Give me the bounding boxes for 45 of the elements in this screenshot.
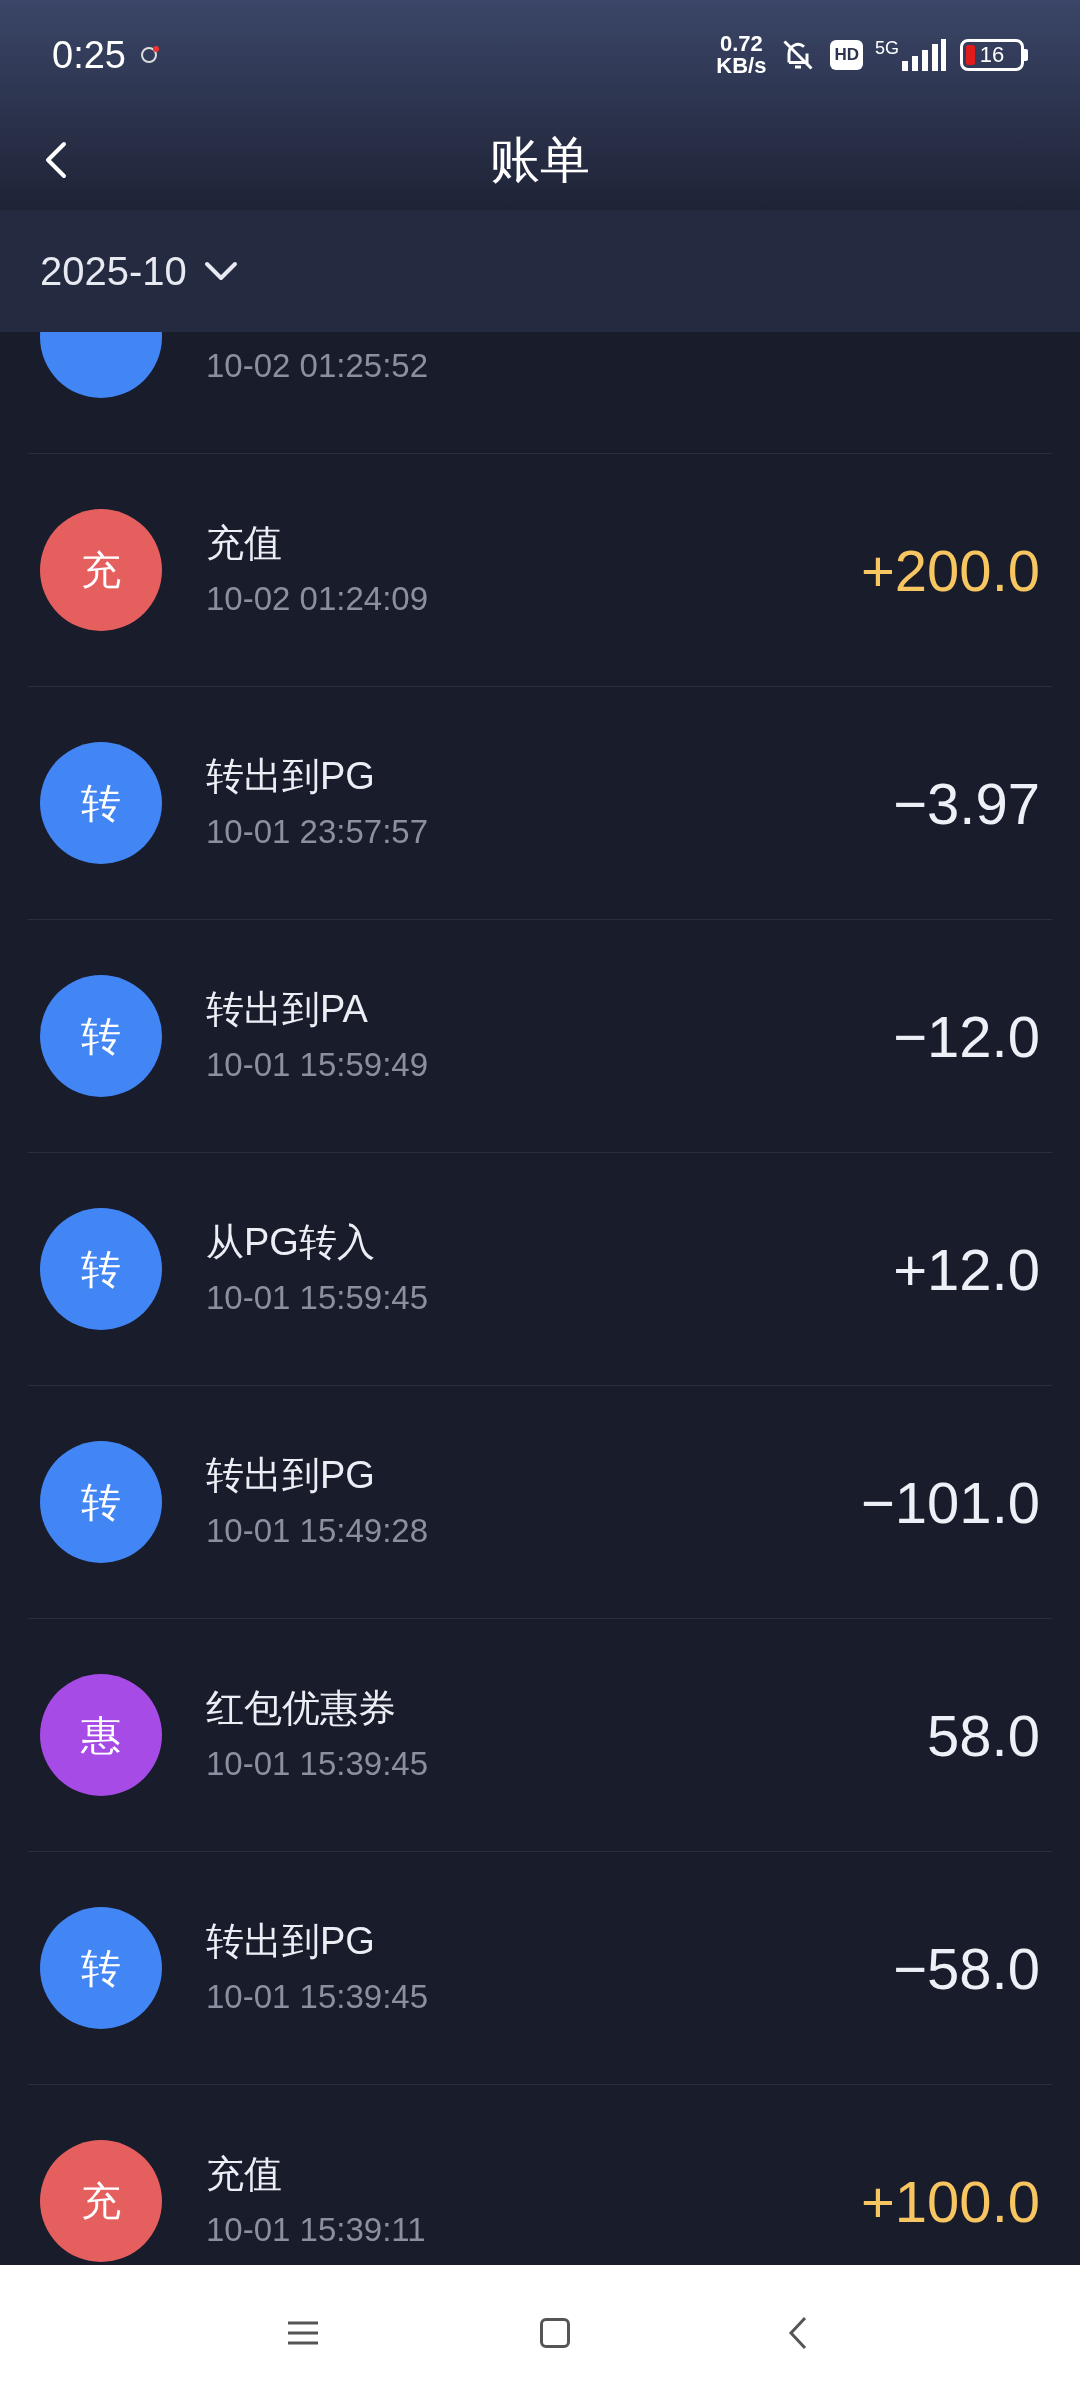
category-avatar: 惠 [40, 1674, 162, 1796]
signal-icon [902, 39, 946, 71]
transaction-time: 10-01 15:39:45 [206, 1744, 430, 1784]
back-nav-icon [788, 2315, 808, 2350]
transaction-title: 转出到PG [206, 1453, 376, 1497]
network-type: 5G [875, 39, 899, 57]
hd-badge: HD [830, 40, 863, 70]
category-avatar: 充 [40, 509, 162, 631]
transaction-title: 充值 [206, 521, 283, 565]
transaction-amount: +200.0 [861, 536, 1040, 605]
transaction-time: 10-01 15:39:45 [206, 1977, 430, 2017]
transaction-title: 红包优惠券 [206, 1686, 397, 1730]
home-button[interactable] [540, 2317, 570, 2348]
transaction-time: 10-01 15:49:28 [206, 1511, 430, 1551]
menu-icon [288, 2320, 318, 2345]
transaction-title: 转出到PG [206, 1919, 376, 1963]
transaction-amount: −3.97 [893, 769, 1040, 838]
transaction-time: 10-01 23:57:57 [206, 812, 430, 852]
transaction-amount: +100.0 [861, 2167, 1040, 2236]
transaction-title: 转出到PA [206, 987, 369, 1031]
category-avatar: 转 [40, 742, 162, 864]
chevron-down-icon [202, 260, 239, 282]
transaction-time: 10-02 01:24:09 [206, 579, 430, 619]
transaction-time: 10-02 01:25:52 [206, 346, 430, 386]
transaction-title: 从PG转入 [206, 1220, 376, 1264]
network-speed: 0.72 KB/s [716, 33, 767, 77]
transaction-amount: −12.0 [893, 1002, 1040, 1071]
page-title: 账单 [490, 130, 590, 190]
month-selector[interactable]: 2025-10 [40, 241, 239, 301]
transaction-amount: −101.0 [861, 1468, 1040, 1537]
transaction-time: 10-01 15:39:11 [206, 2210, 427, 2250]
category-avatar: 转 [40, 1208, 162, 1330]
transaction-amount: +12.0 [893, 1235, 1040, 1304]
category-avatar: 充 [40, 2140, 162, 2262]
transaction-amount: 58.0 [927, 1701, 1040, 1770]
back-icon [44, 140, 68, 180]
category-avatar: 转 [40, 1441, 162, 1563]
transaction-amount: −58.0 [893, 1934, 1040, 2003]
transaction-time: 10-01 15:59:49 [206, 1045, 430, 1085]
transaction-time: 10-01 15:59:45 [206, 1278, 430, 1318]
transaction-title: 充值 [206, 2152, 283, 2196]
category-avatar: 转 [40, 975, 162, 1097]
category-avatar: 转 [40, 1907, 162, 2029]
status-time: 0:25 [52, 32, 126, 78]
transaction-title: 转出到PG [206, 754, 376, 798]
